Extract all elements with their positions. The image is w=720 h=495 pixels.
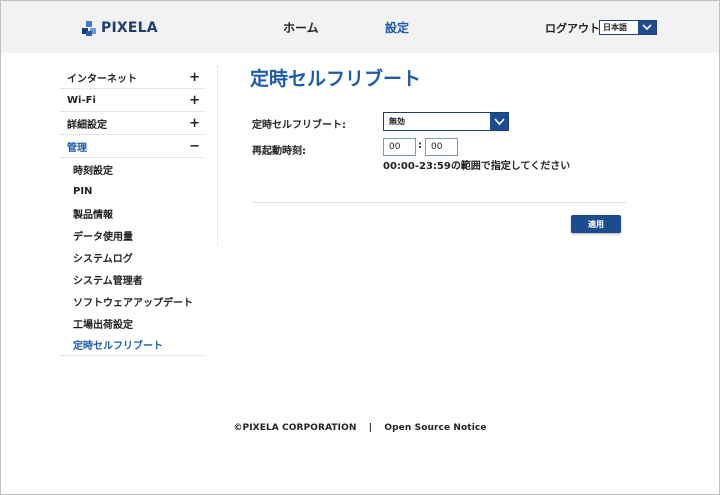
open-source-notice-link[interactable]: Open Source Notice (384, 423, 486, 433)
reboot-setting-value: 無効 (389, 117, 405, 126)
sidebar-item-internet[interactable]: インターネット + (60, 66, 204, 89)
apply-button[interactable]: 適用 (571, 215, 621, 233)
sidebar-subitem-system-admin[interactable]: システム管理者 (60, 268, 204, 290)
chevron-down-icon (490, 113, 508, 130)
reboot-setting-select[interactable]: 無効 (383, 112, 509, 131)
sidebar: インターネット + Wi-Fi + 詳細設定 + 管理 − 時刻設定 PIN 製… (60, 66, 204, 356)
sidebar-item-label: Wi-Fi (67, 94, 96, 106)
reboot-time-label: 再起動時刻: (252, 146, 306, 157)
sidebar-item-label: 詳細設定 (67, 119, 107, 131)
sidebar-item-label: インターネット (67, 73, 137, 85)
chevron-down-icon (638, 21, 656, 34)
sidebar-subitem-factory-reset[interactable]: 工場出荷設定 (60, 312, 204, 334)
footer: ©PIXELA CORPORATION | Open Source Notice (0, 423, 720, 433)
nav-home[interactable]: ホーム (283, 19, 319, 36)
time-range-hint: 00:00-23:59の範囲で指定してください (383, 161, 571, 172)
expand-plus-icon: + (189, 69, 200, 85)
brand-name: PIXELA (101, 20, 158, 36)
sidebar-subitem-time[interactable]: 時刻設定 (60, 158, 204, 180)
sidebar-subitem-pin[interactable]: PIN (60, 180, 204, 202)
header: PIXELA ホーム 設定 ログアウト 日本語 (1, 1, 719, 53)
sidebar-subitem-data-usage[interactable]: データ使用量 (60, 224, 204, 246)
sidebar-subitem-scheduled-reboot[interactable]: 定時セルフリブート (60, 334, 204, 356)
content-divider (252, 202, 626, 203)
language-select[interactable]: 日本語 (599, 20, 657, 35)
sidebar-item-wifi[interactable]: Wi-Fi + (60, 89, 204, 112)
pixela-cubes-icon (82, 20, 96, 36)
sidebar-subitem-software-update[interactable]: ソフトウェアアップデート (60, 290, 204, 312)
page-title: 定時セルフリブート (250, 68, 422, 90)
expand-plus-icon: + (189, 92, 200, 108)
language-value: 日本語 (603, 23, 627, 32)
copyright-text: ©PIXELA CORPORATION (233, 423, 357, 433)
logout-link[interactable]: ログアウト (545, 20, 600, 36)
sidebar-divider (217, 66, 218, 246)
brand-logo[interactable]: PIXELA (81, 18, 158, 38)
hour-input[interactable] (383, 138, 416, 156)
sidebar-item-advanced[interactable]: 詳細設定 + (60, 112, 204, 135)
collapse-minus-icon: − (189, 138, 200, 154)
sidebar-subitem-product-info[interactable]: 製品情報 (60, 202, 204, 224)
expand-plus-icon: + (189, 115, 200, 131)
sidebar-subitem-system-log[interactable]: システムログ (60, 246, 204, 268)
time-colon: : (418, 140, 422, 151)
reboot-setting-label: 定時セルフリブート: (252, 120, 346, 131)
minute-input[interactable] (425, 138, 458, 156)
nav-settings[interactable]: 設定 (385, 19, 409, 36)
sidebar-item-management[interactable]: 管理 − (60, 135, 204, 158)
footer-separator: | (368, 423, 373, 433)
sidebar-item-label: 管理 (67, 142, 87, 154)
